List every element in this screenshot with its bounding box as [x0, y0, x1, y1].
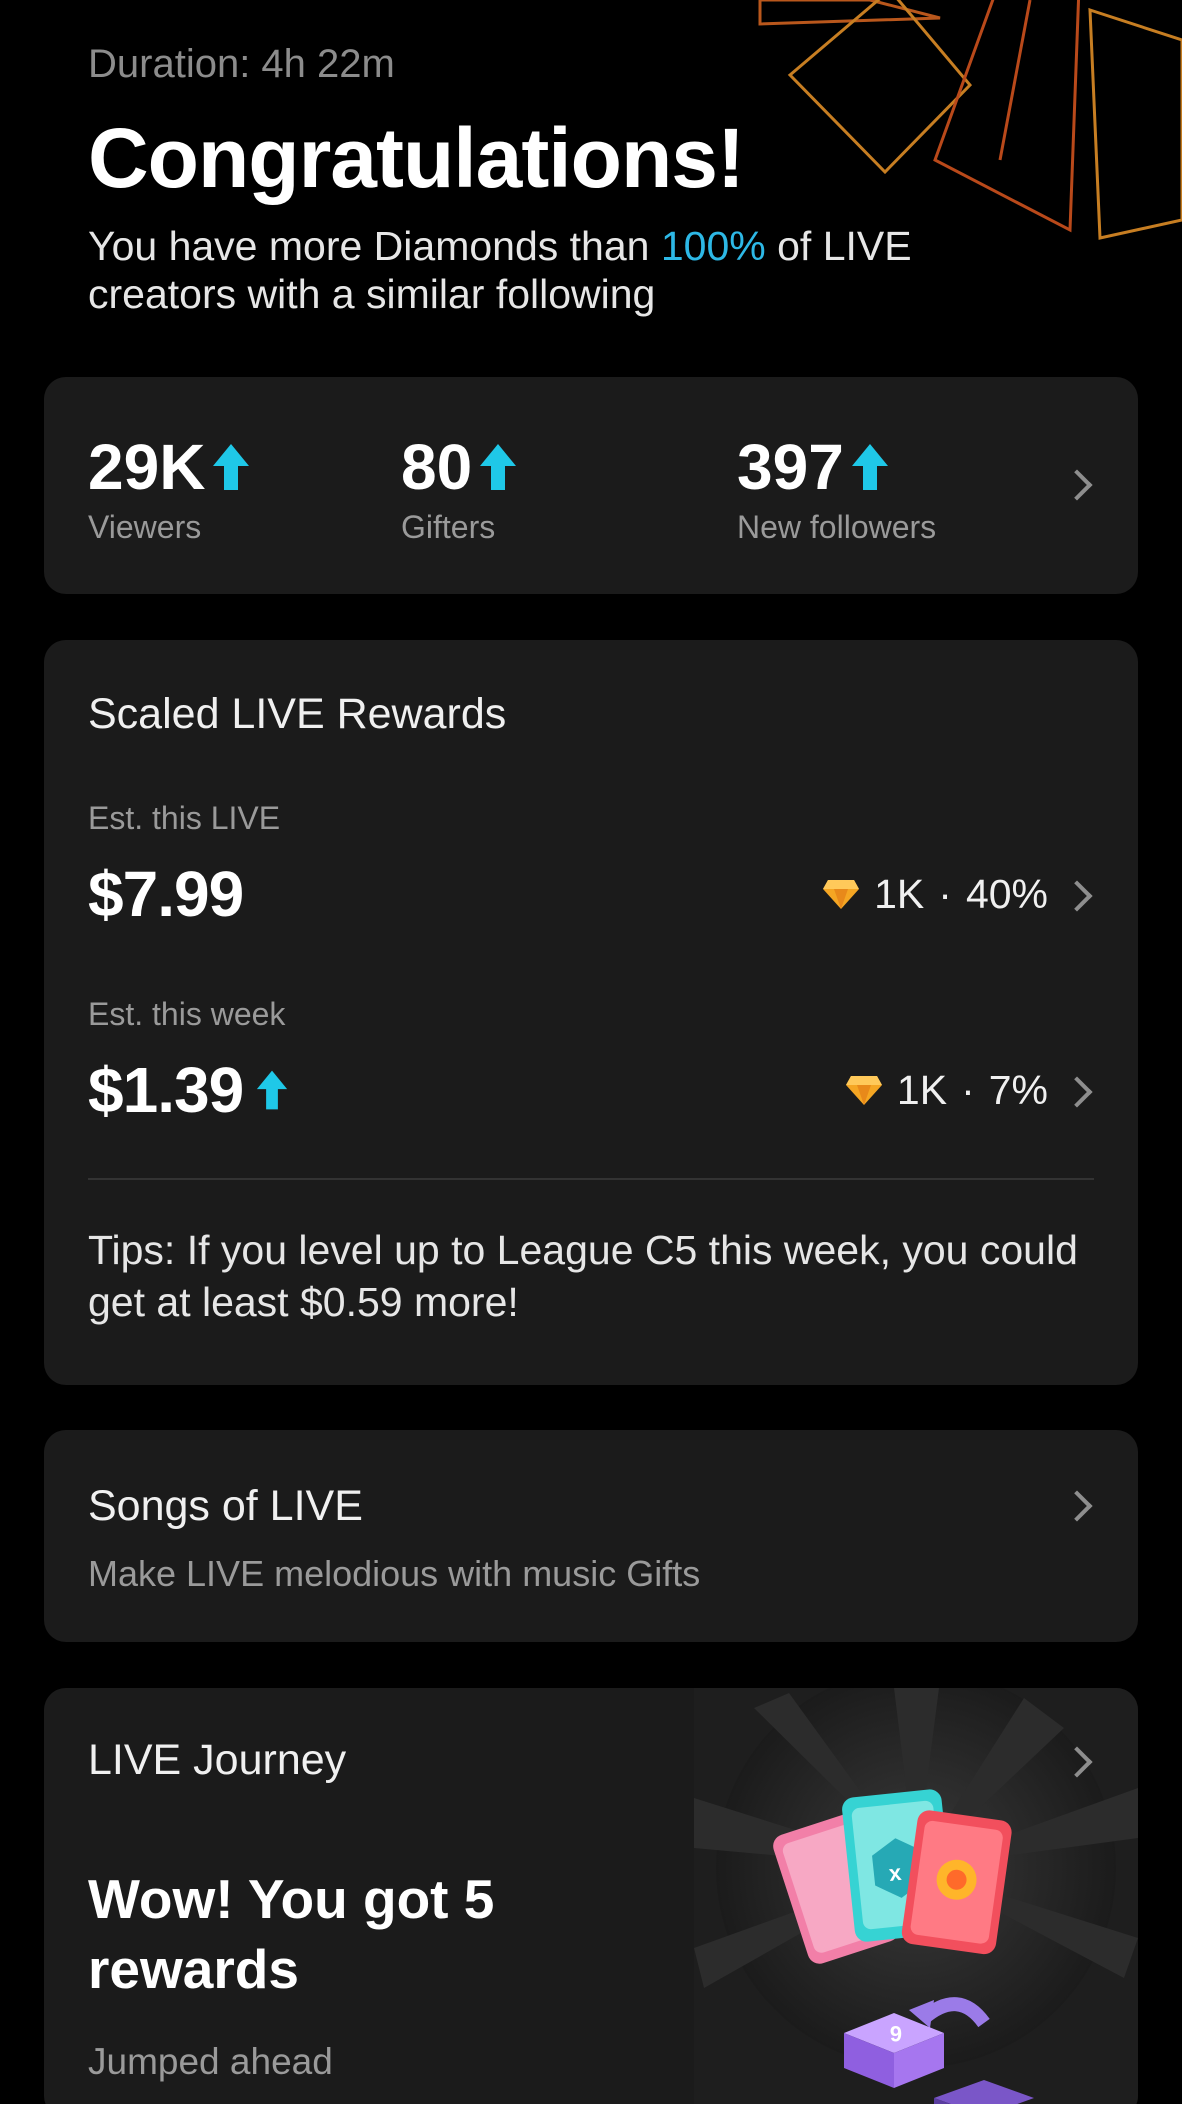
this-week-diamonds-row[interactable]: 1K · 7%: [845, 1066, 1048, 1114]
est-this-week-label: Est. this week: [88, 996, 286, 1032]
chevron-right-icon[interactable]: [1061, 469, 1093, 501]
live-journey-card[interactable]: x 6 LIVE Journey Wow! You got 5 rewards …: [44, 1688, 1138, 2104]
diamond-icon: [845, 1076, 882, 1105]
gifters-label: Gifters: [401, 509, 496, 545]
rewards-title: Scaled LIVE Rewards: [88, 690, 507, 738]
est-this-week-amount-row: $1.39: [88, 1052, 289, 1128]
new-followers-count: 397: [737, 431, 844, 503]
songs-subtitle: Make LIVE melodious with music Gifts: [88, 1553, 701, 1594]
songs-of-live-card[interactable]: Songs of LIVE Make LIVE melodious with m…: [44, 1430, 1138, 1642]
est-this-live-label: Est. this LIVE: [88, 800, 281, 836]
journey-subtitle: Jumped ahead: [88, 2041, 333, 2082]
stat-gifters: 80 Gifters: [401, 429, 518, 547]
up-arrow-icon: [213, 444, 250, 490]
separator-dot: ·: [938, 871, 952, 917]
chevron-right-icon[interactable]: [1061, 1076, 1093, 1108]
this-live-diamonds-row[interactable]: 1K · 40%: [822, 870, 1048, 918]
stat-viewers: 29K Viewers: [88, 429, 251, 547]
est-this-live-amount: $7.99: [88, 858, 244, 930]
divider: [88, 1178, 1094, 1180]
gifters-count: 80: [401, 431, 473, 503]
viewers-label: Viewers: [88, 509, 202, 545]
chevron-right-icon[interactable]: [1061, 1490, 1093, 1522]
scaled-live-rewards-card: Scaled LIVE Rewards Est. this LIVE $7.99…: [44, 640, 1138, 1385]
this-week-diamonds: 1K: [896, 1067, 948, 1113]
journey-headline: Wow! You got 5 rewards: [88, 1868, 495, 2000]
up-arrow-icon: [851, 444, 888, 490]
percentile-highlight: 100%: [660, 223, 766, 269]
up-arrow-icon: [480, 444, 517, 490]
viewers-count: 29K: [88, 431, 206, 503]
stats-card[interactable]: 29K Viewers 80 Gifters 397 New followers: [44, 377, 1138, 594]
new-followers-label: New followers: [737, 509, 937, 545]
live-duration: Duration: 4h 22m: [88, 42, 395, 86]
diamonds-comparison: You have more Diamonds than 100% of LIVE…: [88, 222, 1048, 318]
svg-text:6: 6: [890, 2021, 902, 2046]
summary-header: Duration: 4h 22m Congratulations! You ha…: [88, 40, 1088, 318]
chevron-right-icon[interactable]: [1061, 880, 1093, 912]
page-title: Congratulations!: [88, 111, 745, 205]
journey-title: LIVE Journey: [88, 1736, 347, 1784]
separator-dot: ·: [961, 1067, 975, 1113]
up-arrow-icon: [257, 1070, 288, 1110]
this-live-diamonds: 1K: [874, 871, 925, 917]
diamond-icon: [823, 880, 860, 909]
this-week-percent: 7%: [988, 1067, 1048, 1113]
subtitle-text: You have more Diamonds than: [88, 223, 661, 269]
est-this-week-amount: $1.39: [88, 1054, 244, 1126]
this-live-percent: 40%: [965, 871, 1048, 917]
league-tips: Tips: If you level up to League C5 this …: [88, 1227, 1078, 1325]
stat-new-followers: 397 New followers: [737, 429, 936, 547]
songs-title: Songs of LIVE: [88, 1482, 363, 1530]
